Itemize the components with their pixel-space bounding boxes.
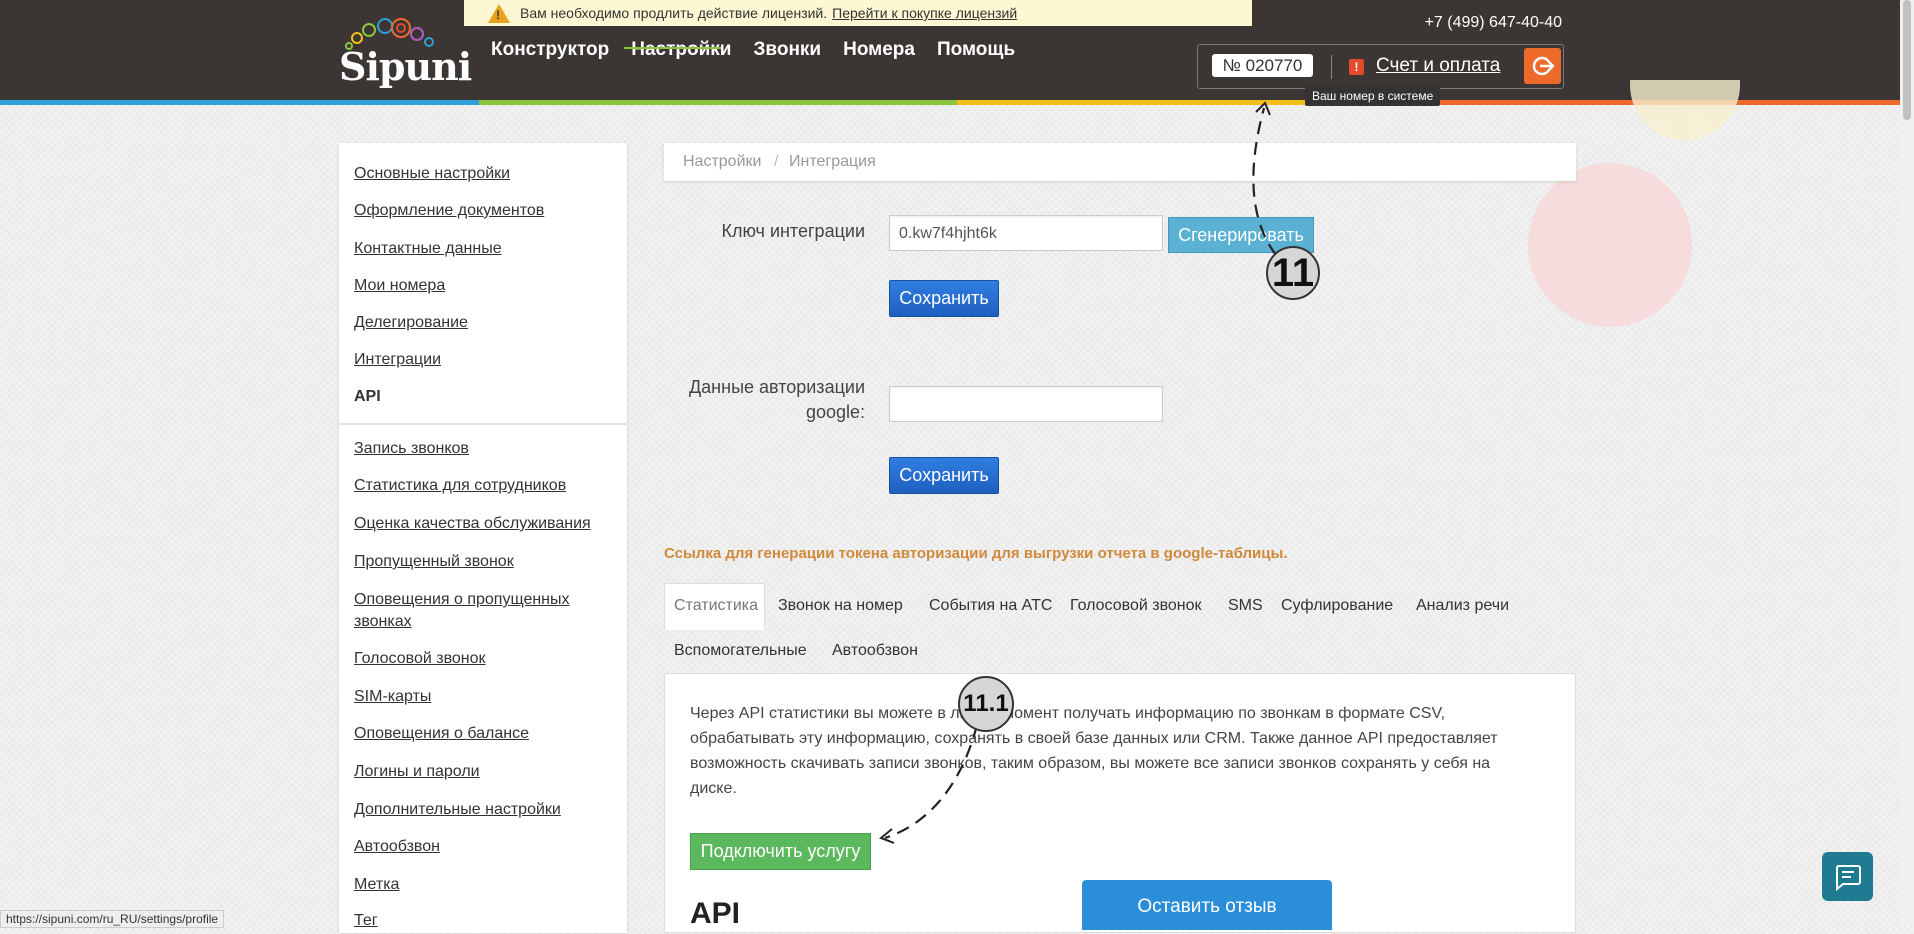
account-box: № 020770 ! Счет и оплата [1197,44,1564,89]
logout-icon [1532,56,1555,76]
tab-pbx-events[interactable]: События на АТС [929,597,1052,615]
sidebar-item-documents[interactable]: Оформление документов [354,200,544,222]
tab-statistics[interactable]: Статистика [674,597,758,615]
google-auth-label: Данные авторизации google: [670,375,865,425]
sidebar-divider [339,423,627,425]
sidebar-item-api[interactable]: API [354,386,381,408]
billing-link[interactable]: Счет и оплата [1376,55,1500,77]
breadcrumb: Настройки / Интеграция [664,143,1576,181]
tab-speech-analysis[interactable]: Анализ речи [1416,597,1509,615]
connect-service-button[interactable]: Подключить услугу [690,833,871,870]
account-number[interactable]: № 020770 [1212,54,1313,77]
tab-voice-call[interactable]: Голосовой звонок [1070,597,1202,615]
api-description-line: Через API статистики вы можете в любой м… [690,705,1446,722]
sidebar-item-integrations[interactable]: Интеграции [354,349,441,371]
integration-key-input[interactable]: 0.kw7f4hjht6k [889,215,1163,251]
decorative-circle [1630,80,1740,140]
notice-link[interactable]: Перейти к покупке лицензий [832,5,1017,21]
tab-call-to-number[interactable]: Звонок на номер [778,597,903,615]
notice-text: Вам необходимо продлить действие лицензи… [520,5,828,21]
breadcrumb-current: Интеграция [789,153,876,170]
save-google-button[interactable]: Сохранить [889,457,999,494]
api-description-line: диске. [690,780,737,797]
logo-text: Sipuni [339,44,472,89]
sidebar-item-extra[interactable]: Дополнительные настройки [354,799,561,821]
nav-numbers[interactable]: Номера [843,17,915,83]
sidebar-item-employee-stats[interactable]: Статистика для сотрудников [354,475,566,497]
chat-button[interactable] [1822,852,1873,901]
support-phone: +7 (499) 647-40-40 [1424,14,1562,31]
sidebar-item-label[interactable]: Метка [354,874,399,896]
sidebar-item-autodial[interactable]: Автообзвон [354,836,440,858]
sidebar-item-missed-call[interactable]: Пропущенный звонок [354,551,514,573]
sipuni-logo[interactable]: Sipuni [339,14,472,89]
integration-key-label: Ключ интеграции [721,221,865,241]
sidebar-item-delegation[interactable]: Делегирование [354,312,468,334]
logout-button[interactable] [1524,48,1561,84]
tab-autodial[interactable]: Автообзвон [832,642,918,660]
sidebar-item-missed-alerts[interactable]: Оповещения о пропущенных звонках [354,589,584,633]
sidebar-item-quality[interactable]: Оценка качества обслуживания [354,513,591,535]
settings-sidebar: Основные настройки Оформление документов… [339,143,627,933]
nav-calls[interactable]: Звонки [754,17,822,83]
alert-icon: ! [1349,59,1364,75]
breadcrumb-separator: / [774,153,779,170]
tab-sms[interactable]: SMS [1228,597,1263,615]
google-auth-label-line1: Данные авторизации [688,377,865,397]
feedback-button[interactable]: Оставить отзыв [1082,880,1332,930]
tab-auxiliary[interactable]: Вспомогательные [674,642,807,660]
scrollbar-thumb[interactable] [1903,0,1911,120]
nav-active-indicator [624,47,721,49]
google-auth-label-line2: google: [805,402,865,422]
chat-icon [1836,865,1861,892]
api-description-line: возможность скачивать записи звонков, та… [690,755,1491,772]
status-bar-url: https://sipuni.com/ru_RU/settings/profil… [0,910,225,928]
nav-help[interactable]: Помощь [937,17,1015,83]
google-token-link[interactable]: Ссылка для генерации токена авторизации … [664,545,1287,562]
breadcrumb-root[interactable]: Настройки [683,143,761,181]
annotation-marker-11: 11 [1266,246,1320,300]
sidebar-item-my-numbers[interactable]: Мои номера [354,275,445,297]
sidebar-item-tag[interactable]: Тег [354,910,378,932]
sidebar-item-contacts[interactable]: Контактные данные [354,238,502,260]
decorative-circle [1528,163,1692,327]
sidebar-item-balance-alerts[interactable]: Оповещения о балансе [354,723,529,745]
sidebar-item-sim[interactable]: SIM-карты [354,686,431,708]
license-notice: ! Вам необходимо продлить действие лицен… [464,0,1252,26]
nav-settings[interactable]: Настройки [631,17,731,83]
annotation-marker-11-1: 11.1 [958,676,1014,732]
sidebar-item-logins[interactable]: Логины и пароли [354,761,480,783]
sidebar-item-voice-call[interactable]: Голосовой звонок [354,648,486,670]
account-tooltip: Ваш номер в системе [1305,86,1441,106]
save-key-button[interactable]: Сохранить [889,280,999,317]
color-stripe [0,100,1914,105]
divider [1331,55,1332,79]
warning-icon: ! [488,3,510,23]
sidebar-item-basic[interactable]: Основные настройки [354,163,510,185]
api-description: Через API статистики вы можете в любой м… [690,701,1560,801]
sidebar-item-call-recording[interactable]: Запись звонков [354,438,469,460]
google-auth-input[interactable] [889,386,1163,422]
nav-constructor[interactable]: Конструктор [491,17,609,83]
api-description-line: обрабатывать эту информацию, сохранять в… [690,730,1498,747]
page-scrollbar[interactable] [1900,0,1914,926]
tab-prompting[interactable]: Суфлирование [1281,597,1393,615]
